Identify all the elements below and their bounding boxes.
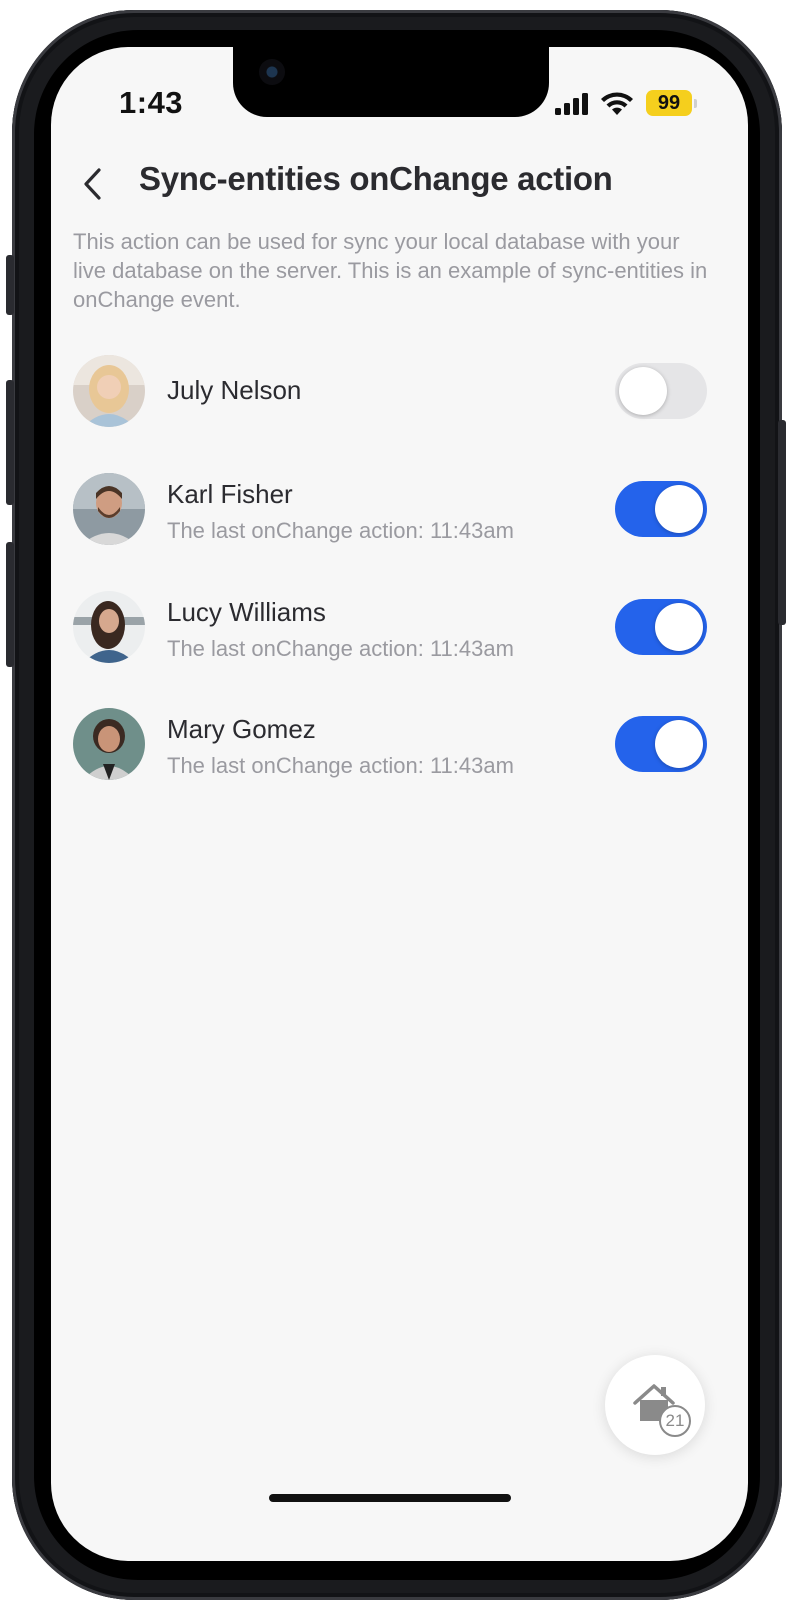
notch [233, 47, 549, 117]
list-item: Mary Gomez The last onChange action: 11:… [73, 708, 728, 784]
home-indicator[interactable] [269, 1494, 511, 1502]
user-name: Lucy Williams [167, 597, 326, 627]
chevron-left-icon[interactable] [76, 162, 112, 206]
list-item: Karl Fisher The last onChange action: 11… [73, 473, 728, 549]
signal-icon [555, 93, 588, 115]
avatar [73, 355, 145, 427]
user-name: Karl Fisher [167, 479, 293, 509]
avatar [73, 473, 145, 545]
front-camera [259, 59, 285, 85]
status-time: 1:43 [119, 85, 184, 120]
page-title: Sync-entities onChange action [139, 160, 613, 197]
power-button [778, 420, 786, 625]
volume-down-button [6, 542, 14, 667]
avatar [73, 591, 145, 663]
list-item: Lucy Williams The last onChange action: … [73, 591, 728, 667]
avatar [73, 708, 145, 780]
last-action-text: The last onChange action: 11:43am [167, 518, 514, 543]
toggle-knob [655, 485, 703, 533]
sync-toggle[interactable] [615, 716, 707, 772]
battery-tip [694, 99, 697, 108]
sync-toggle[interactable] [615, 481, 707, 537]
wifi-icon [601, 92, 633, 115]
last-action-text: The last onChange action: 11:43am [167, 753, 514, 778]
volume-up-button [6, 380, 14, 505]
list-item: July Nelson [73, 355, 728, 431]
battery-indicator: 99 [646, 90, 692, 116]
description-text: This action can be used for sync your lo… [73, 229, 708, 312]
notification-count-badge: 21 [659, 1405, 691, 1437]
toggle-knob [655, 720, 703, 768]
toggle-knob [619, 367, 667, 415]
user-name: July Nelson [167, 375, 302, 405]
home-button[interactable]: 21 [605, 1355, 705, 1455]
sync-toggle[interactable] [615, 363, 707, 419]
last-action-text: The last onChange action: 11:43am [167, 636, 514, 661]
user-name: Mary Gomez [167, 714, 316, 744]
sync-toggle[interactable] [615, 599, 707, 655]
toggle-knob [655, 603, 703, 651]
mute-switch [6, 255, 14, 315]
app-screen: 1:43 99 Sync-entities onChange action Th… [51, 47, 748, 1561]
